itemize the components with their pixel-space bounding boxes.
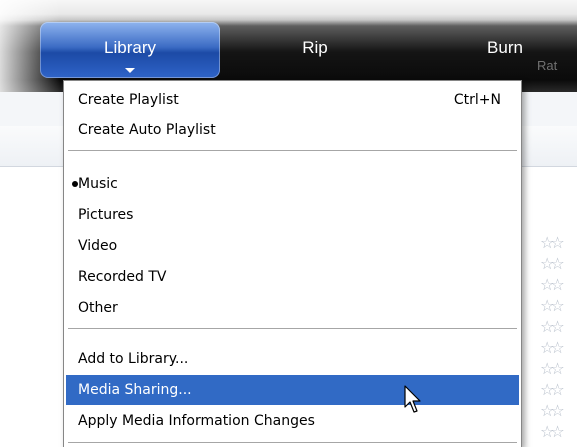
star-outline-icon[interactable]: ☆☆ — [540, 358, 565, 379]
star-outline-icon[interactable]: ☆☆ — [540, 274, 565, 295]
menu-item-create-playlist[interactable]: Create Playlist Ctrl+N — [64, 85, 521, 115]
star-outline-icon[interactable]: ☆☆ — [540, 400, 565, 421]
tab-burn-label: Burn — [487, 38, 523, 57]
star-outline-icon[interactable]: ☆☆ — [540, 316, 565, 337]
library-dropdown-menu: Create Playlist Ctrl+N Create Auto Playl… — [63, 80, 522, 447]
menu-item-other[interactable]: Other — [64, 293, 521, 323]
tab-library[interactable]: Library — [40, 22, 220, 78]
tab-rip[interactable]: Rip — [270, 22, 360, 78]
tab-rip-label: Rip — [302, 38, 328, 57]
star-outline-icon[interactable]: ☆☆ — [540, 421, 565, 442]
menu-item-label: Apply Media Information Changes — [78, 413, 315, 429]
radio-bullet-icon — [72, 181, 78, 187]
menu-item-music[interactable]: Music — [64, 169, 521, 199]
menu-item-add-to-library[interactable]: Add to Library... — [64, 344, 521, 374]
menu-separator — [68, 328, 517, 329]
menu-item-label: Recorded TV — [78, 269, 167, 285]
menu-separator — [68, 150, 517, 151]
star-outline-icon[interactable]: ☆☆ — [540, 379, 565, 400]
rating-column-header[interactable]: Rat — [537, 58, 557, 73]
toolbar: Library Rip Burn — [0, 0, 577, 92]
menu-item-label: Other — [78, 300, 118, 316]
menu-item-label: Music — [78, 176, 118, 192]
menu-item-shortcut: Ctrl+N — [453, 92, 501, 108]
menu-item-media-sharing[interactable]: Media Sharing... — [66, 375, 519, 405]
menu-item-label: Video — [78, 238, 118, 254]
menu-item-label: Pictures — [78, 207, 134, 223]
menu-item-label: Media Sharing... — [78, 382, 192, 398]
menu-item-label: Create Playlist — [78, 92, 179, 108]
tab-library-label: Library — [104, 38, 156, 57]
menu-item-label: Create Auto Playlist — [78, 122, 216, 138]
star-outline-icon[interactable]: ☆☆ — [540, 337, 565, 358]
menu-separator — [68, 442, 517, 443]
menu-item-recorded-tv[interactable]: Recorded TV — [64, 262, 521, 292]
menu-item-create-auto-playlist[interactable]: Create Auto Playlist — [64, 115, 521, 145]
menu-item-label: Add to Library... — [78, 351, 189, 367]
menu-item-apply-media-information-changes[interactable]: Apply Media Information Changes — [64, 406, 521, 436]
star-outline-icon[interactable]: ☆☆ — [540, 253, 565, 274]
star-outline-icon[interactable]: ☆☆ — [540, 295, 565, 316]
menu-item-label-wrap: Music — [72, 169, 118, 199]
chevron-down-icon — [125, 68, 135, 73]
mouse-pointer-icon — [404, 385, 421, 413]
menu-item-pictures[interactable]: Pictures — [64, 200, 521, 230]
menu-item-video[interactable]: Video — [64, 231, 521, 261]
rating-stars[interactable]: ☆☆ ☆☆ ☆☆ ☆☆ ☆☆ ☆☆ ☆☆ ☆☆ ☆☆ ☆☆ — [540, 232, 565, 442]
star-outline-icon[interactable]: ☆☆ — [540, 232, 565, 253]
